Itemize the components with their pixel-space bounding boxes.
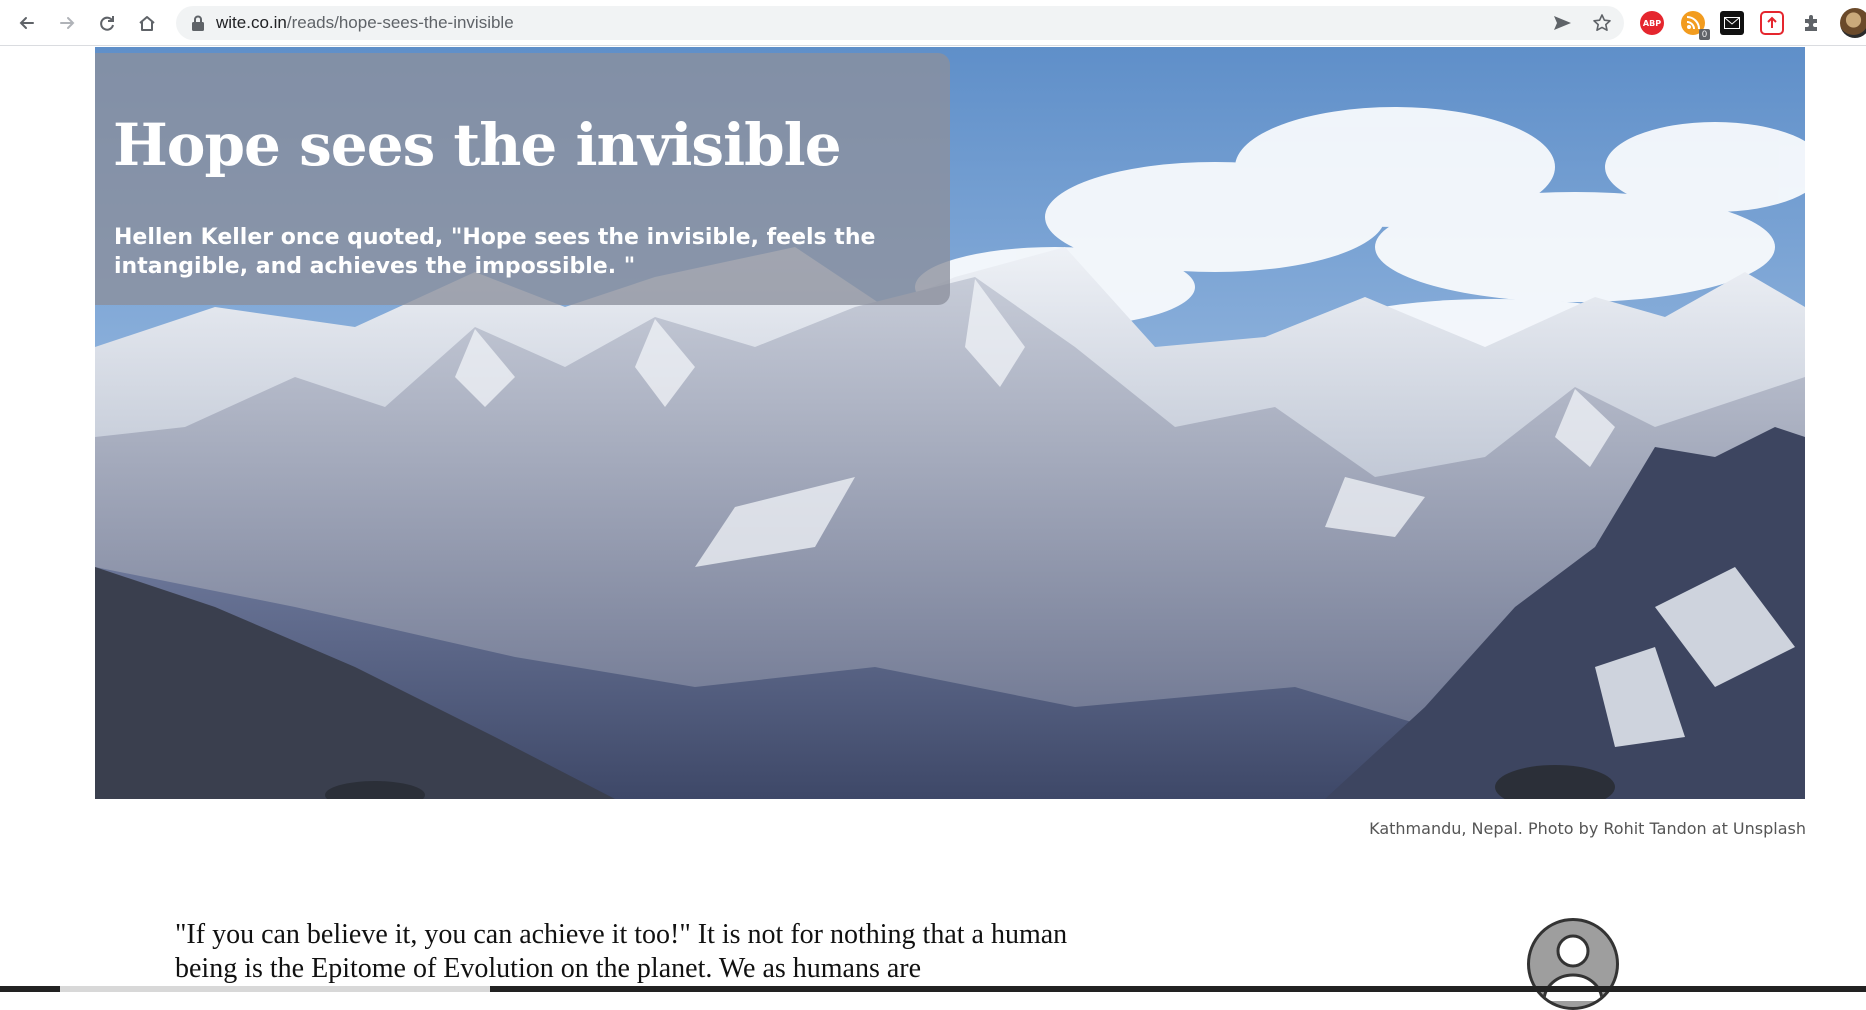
url-path: /reads/hope-sees-the-invisible — [286, 13, 514, 32]
adblock-label: ABP — [1642, 18, 1662, 28]
page-title: Hope sees the invisible — [113, 111, 842, 179]
feed-reader-icon[interactable]: 0 — [1681, 11, 1710, 40]
lock-icon[interactable] — [190, 14, 206, 32]
mail-extension-icon[interactable] — [1720, 11, 1744, 35]
bottom-scroll-strip — [0, 986, 1866, 992]
bookmark-star-icon[interactable] — [1592, 13, 1612, 33]
profile-avatar[interactable] — [1840, 8, 1866, 38]
url-text[interactable]: wite.co.in/reads/hope-sees-the-invisible — [216, 6, 514, 40]
scroll-thumb[interactable] — [60, 986, 490, 992]
title-card: Hope sees the invisible Hellen Keller on… — [95, 53, 950, 305]
extensions-puzzle-icon[interactable] — [1800, 11, 1824, 35]
back-icon[interactable] — [12, 8, 42, 38]
photo-caption: Kathmandu, Nepal. Photo by Rohit Tandon … — [1369, 819, 1806, 838]
author-avatar-icon[interactable] — [1527, 918, 1619, 1010]
address-bar[interactable]: wite.co.in/reads/hope-sees-the-invisible — [176, 6, 1624, 40]
home-icon[interactable] — [132, 8, 162, 38]
feed-count-badge: 0 — [1698, 29, 1710, 40]
url-host: wite.co.in — [216, 13, 287, 32]
send-icon[interactable] — [1552, 13, 1572, 33]
hero-image: Hope sees the invisible Hellen Keller on… — [95, 47, 1805, 799]
forward-icon[interactable] — [52, 8, 82, 38]
adblock-icon[interactable]: ABP — [1640, 11, 1664, 35]
page-subtitle: Hellen Keller once quoted, "Hope sees th… — [114, 225, 876, 279]
article-intro: "If you can believe it, you can achieve … — [175, 919, 1068, 984]
reload-icon[interactable] — [92, 8, 122, 38]
upload-extension-icon[interactable] — [1760, 11, 1784, 35]
browser-toolbar: wite.co.in/reads/hope-sees-the-invisible… — [0, 0, 1866, 46]
